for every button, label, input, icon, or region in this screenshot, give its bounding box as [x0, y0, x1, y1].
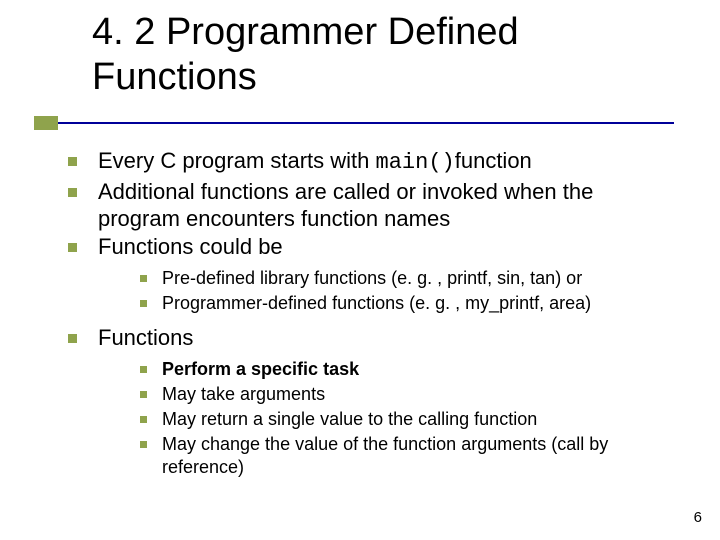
list-item: Functions Perform a specific task May ta… [58, 325, 678, 479]
code-fragment: main() [376, 150, 455, 175]
list-item: Additional functions are called or invok… [58, 179, 678, 233]
rule-line [34, 122, 674, 124]
text-fragment: Every C program starts with [98, 148, 376, 173]
text-fragment: May take arguments [162, 384, 325, 404]
list-item: Perform a specific task [136, 358, 678, 381]
text-fragment: Programmer-defined functions (e. g. , my… [162, 293, 591, 313]
text-fragment: Pre-defined library functions (e. g. , p… [162, 268, 582, 288]
text-fragment: Additional functions are called or invok… [98, 179, 593, 231]
slide-body: Every C program starts with main()functi… [58, 148, 678, 489]
list-item: Functions could be Pre-defined library f… [58, 234, 678, 315]
text-fragment: Functions could be [98, 234, 283, 259]
text-fragment: Functions [98, 325, 193, 350]
text-fragment: function [455, 148, 532, 173]
list-item: Pre-defined library functions (e. g. , p… [136, 267, 678, 290]
list-item: Every C program starts with main()functi… [58, 148, 678, 177]
list-item: May change the value of the function arg… [136, 433, 678, 479]
text-fragment: May return a single value to the calling… [162, 409, 537, 429]
slide: 4. 2 Programmer Defined Functions Every … [0, 0, 720, 540]
title-block: 4. 2 Programmer Defined Functions [34, 10, 674, 100]
list-item: May return a single value to the calling… [136, 408, 678, 431]
list-item: May take arguments [136, 383, 678, 406]
rule-accent-box [34, 116, 58, 130]
text-fragment: May change the value of the function arg… [162, 434, 608, 477]
bullet-list-l2: Pre-defined library functions (e. g. , p… [98, 267, 678, 315]
page-number: 6 [694, 509, 702, 526]
text-fragment: Perform a specific task [162, 359, 359, 379]
list-item: Programmer-defined functions (e. g. , my… [136, 292, 678, 315]
bullet-list-l2: Perform a specific task May take argumen… [98, 358, 678, 479]
bullet-list-l1: Every C program starts with main()functi… [58, 148, 678, 479]
title-rule [34, 116, 674, 130]
slide-title: 4. 2 Programmer Defined Functions [34, 10, 674, 100]
